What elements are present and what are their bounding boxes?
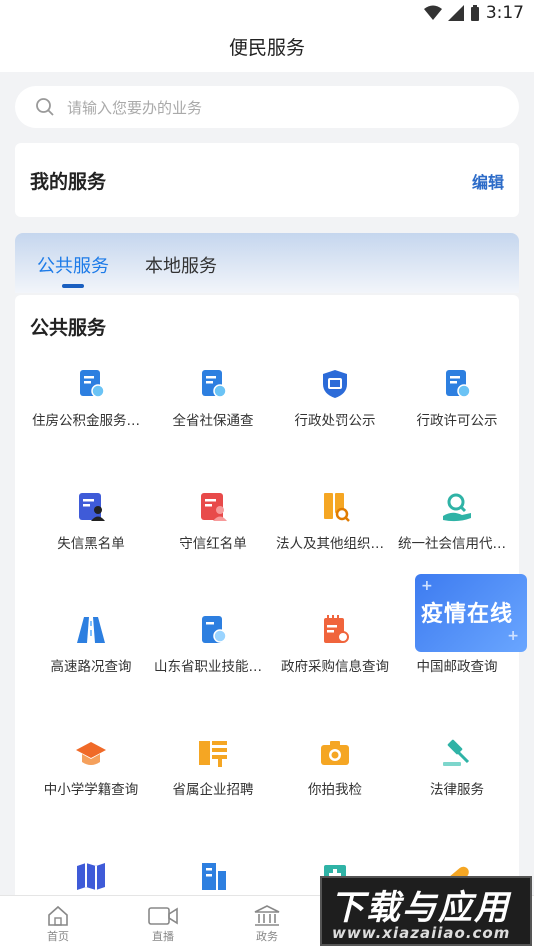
gavel-icon [440,736,474,770]
service-label: 法人及其他组织信用信息 [276,536,396,552]
service-social-security[interactable]: 全省社保通查 [152,367,274,429]
tab-public-service[interactable]: 公共服务 [37,252,109,278]
clock: 3:17 [485,3,524,23]
search-input[interactable]: 请输入您要办的业务 [15,86,519,128]
service-map[interactable] [30,859,152,893]
service-label: 行政许可公示 [416,413,498,429]
service-credit-code[interactable]: 统一社会信用代码查询 [396,490,518,552]
active-tab-indicator [62,284,84,288]
service-label: 山东省职业技能证书查询 [154,659,274,675]
service-label: 法律服务 [430,782,484,798]
hire-icon [196,736,230,770]
my-service-card: 我的服务 编辑 [15,143,519,217]
battery-icon [470,4,479,21]
graduation-cap-icon [74,736,108,770]
page-title: 便民服务 [0,28,534,72]
service-enterprise-hire[interactable]: 省属企业招聘 [152,736,274,798]
redlist-icon [196,490,230,524]
video-icon [148,907,178,925]
service-legal[interactable]: 法律服务 [396,736,518,798]
service-housing-fund[interactable]: 住房公积金服务大厅 [30,367,152,429]
watermark: 下载与应用 www.xiazaiiao.com [320,876,532,946]
service-label: 你拍我检 [308,782,362,798]
nav-live[interactable]: 直播 [133,904,193,944]
service-label: 高速路况查询 [50,659,132,675]
penalty-shield-icon [318,367,352,401]
plus-decoration-icon: + [507,628,519,644]
edit-button[interactable]: 编辑 [472,169,504,193]
nav-label: 首页 [47,930,69,943]
skill-cert-icon [196,613,230,647]
search-placeholder: 请输入您要办的业务 [67,98,203,117]
nav-government[interactable]: 政务 [237,904,297,944]
service-label: 失信黑名单 [57,536,125,552]
service-label: 中小学学籍查询 [43,782,139,798]
service-blacklist[interactable]: 失信黑名单 [30,490,152,552]
banner-text: 疫情在线 [421,602,514,627]
signal-icon [447,5,464,21]
watermark-url: www.xiazaiiao.com [332,924,511,942]
service-redlist[interactable]: 守信红名单 [152,490,274,552]
credit-hand-icon [440,490,474,524]
service-label: 政府采购信息查询 [281,659,389,675]
search-icon [36,98,54,116]
nav-label: 直播 [152,930,174,943]
service-tabs: 公共服务 本地服务 [15,233,519,293]
org-search-icon [318,490,352,524]
service-label: 守信红名单 [179,536,247,552]
service-admin-penalty[interactable]: 行政处罚公示 [274,367,396,429]
service-admin-license[interactable]: 行政许可公示 [396,367,518,429]
certificate-icon [74,367,108,401]
service-label: 省属企业招聘 [172,782,254,798]
service-highway[interactable]: 高速路况查询 [30,613,152,675]
status-bar: 3:17 [0,0,534,28]
service-label: 中国邮政查询 [416,659,498,675]
building-icon [196,859,230,893]
certificate-icon [440,367,474,401]
service-gov-purchase[interactable]: 政府采购信息查询 [274,613,396,675]
plus-decoration-icon: + [421,578,433,594]
tab-local-service[interactable]: 本地服务 [145,252,217,278]
my-service-title: 我的服务 [30,171,107,193]
blacklist-icon [74,490,108,524]
camera-icon [318,736,352,770]
service-org-credit[interactable]: 法人及其他组织信用信息 [274,490,396,552]
map-icon [74,859,108,893]
wifi-icon [423,5,442,20]
service-school-status[interactable]: 中小学学籍查询 [30,736,152,798]
section-title: 公共服务 [30,317,107,339]
road-icon [74,613,108,647]
watermark-title: 下载与应用 [330,888,510,928]
purchase-icon [318,613,352,647]
government-building-icon [254,905,280,926]
service-skill-cert[interactable]: 山东省职业技能证书查询 [152,613,274,675]
epidemic-banner[interactable]: + + 疫情在线 [415,574,527,652]
nav-label: 政务 [256,930,278,943]
home-icon [48,905,68,926]
service-photo-check[interactable]: 你拍我检 [274,736,396,798]
service-label: 全省社保通查 [172,413,254,429]
service-building[interactable] [152,859,274,893]
service-label: 统一社会信用代码查询 [398,536,518,552]
service-label: 行政处罚公示 [294,413,376,429]
certificate-icon [196,367,230,401]
service-label: 住房公积金服务大厅 [32,413,152,429]
nav-home[interactable]: 首页 [28,904,88,944]
